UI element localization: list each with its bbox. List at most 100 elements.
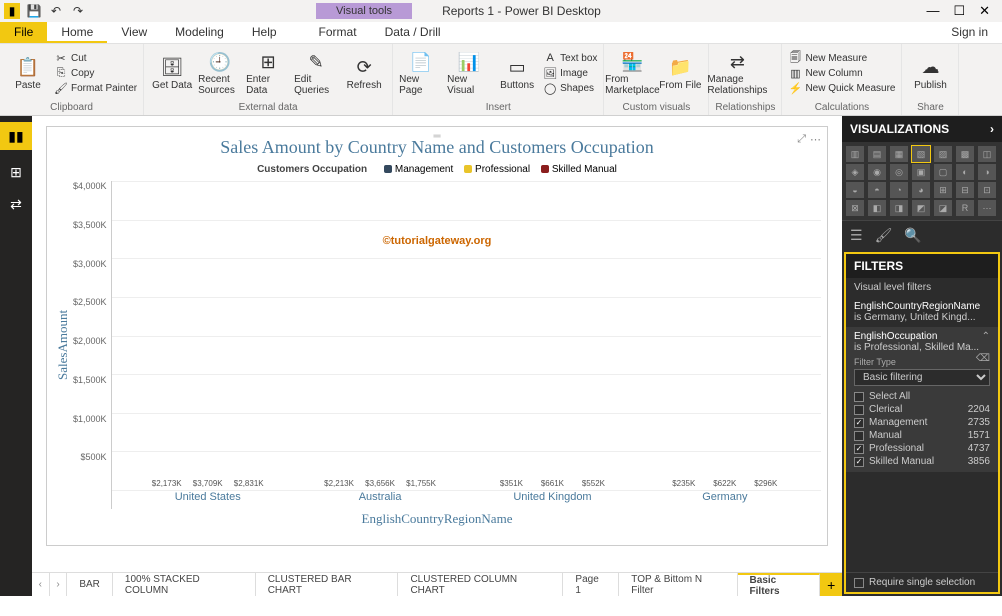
- checkbox-icon[interactable]: [854, 431, 864, 441]
- home-tab[interactable]: Home: [47, 22, 107, 43]
- viz-type-4[interactable]: ▨: [934, 146, 952, 162]
- viz-type-11[interactable]: ▢: [934, 164, 952, 180]
- filter-option[interactable]: Skilled Manual3856: [854, 455, 990, 468]
- viz-type-18[interactable]: ⊞: [934, 182, 952, 198]
- chart-visual[interactable]: ═ ⤢ ⋯ Sales Amount by Country Name and C…: [46, 126, 828, 546]
- filter-option[interactable]: Manual1571: [854, 429, 990, 442]
- new-page-button[interactable]: 📄New Page: [399, 50, 443, 96]
- edit-queries-button[interactable]: ✎Edit Queries: [294, 50, 338, 96]
- viz-type-25[interactable]: ◪: [934, 200, 952, 216]
- from-marketplace-button[interactable]: 🏪From Marketplace: [610, 50, 654, 96]
- publish-button[interactable]: ☁Publish: [908, 56, 952, 91]
- viz-type-12[interactable]: ◐: [956, 164, 974, 180]
- image-button[interactable]: 🖼Image: [543, 66, 597, 80]
- viz-type-22[interactable]: ◧: [868, 200, 886, 216]
- checkbox-icon[interactable]: [854, 444, 864, 454]
- viz-type-14[interactable]: ◒: [846, 182, 864, 198]
- checkbox-icon[interactable]: [854, 405, 864, 415]
- report-view-icon[interactable]: ▮▮: [0, 122, 32, 150]
- viz-type-2[interactable]: ▦: [890, 146, 908, 162]
- checkbox-icon[interactable]: [854, 392, 864, 402]
- more-options-icon[interactable]: ⋯: [810, 133, 821, 146]
- buttons-button[interactable]: ▭Buttons: [495, 56, 539, 91]
- page-tab[interactable]: CLUSTERED COLUMN CHART: [398, 573, 563, 596]
- close-button[interactable]: ✕: [979, 3, 990, 19]
- view-tab[interactable]: View: [107, 22, 161, 43]
- viz-type-17[interactable]: ◕: [912, 182, 930, 198]
- textbox-button[interactable]: AText box: [543, 51, 597, 65]
- model-view-icon[interactable]: ⇄: [6, 194, 26, 214]
- visualizations-header[interactable]: VISUALIZATIONS›: [842, 116, 1002, 142]
- new-measure-button[interactable]: 🗐New Measure: [788, 51, 895, 65]
- chevron-up-icon[interactable]: ⌃: [982, 331, 990, 342]
- paste-button[interactable]: 📋Paste: [6, 56, 50, 91]
- viz-type-24[interactable]: ◩: [912, 200, 930, 216]
- viz-type-1[interactable]: ▤: [868, 146, 886, 162]
- new-quick-measure-button[interactable]: ⚡New Quick Measure: [788, 81, 895, 95]
- viz-type-7[interactable]: ◈: [846, 164, 864, 180]
- require-single-selection[interactable]: Require single selection: [846, 572, 998, 592]
- viz-type-6[interactable]: ◫: [978, 146, 996, 162]
- page-tab[interactable]: BAR: [67, 573, 113, 596]
- page-tab[interactable]: Page 1: [563, 573, 619, 596]
- page-nav-right[interactable]: ›: [50, 573, 68, 596]
- viz-type-13[interactable]: ◑: [978, 164, 996, 180]
- viz-type-23[interactable]: ◨: [890, 200, 908, 216]
- viz-type-8[interactable]: ◉: [868, 164, 886, 180]
- refresh-button[interactable]: ⟳Refresh: [342, 56, 386, 91]
- modeling-tab[interactable]: Modeling: [161, 22, 238, 43]
- help-tab[interactable]: Help: [238, 22, 291, 43]
- filter-option[interactable]: Select All: [854, 390, 990, 403]
- redo-icon[interactable]: ↷: [70, 3, 86, 19]
- save-icon[interactable]: 💾: [26, 3, 42, 19]
- manage-relationships-button[interactable]: ⇄Manage Relationships: [715, 50, 759, 96]
- viz-type-10[interactable]: ▣: [912, 164, 930, 180]
- viz-type-27[interactable]: ⋯: [978, 200, 996, 216]
- clear-filter-icon[interactable]: ⌫: [976, 353, 990, 364]
- filter-type-select[interactable]: Basic filtering: [854, 369, 990, 386]
- maximize-button[interactable]: ☐: [953, 3, 965, 19]
- minimize-button[interactable]: —: [926, 3, 939, 19]
- viz-type-9[interactable]: ◎: [890, 164, 908, 180]
- drill-handle-icon[interactable]: ═: [433, 131, 440, 142]
- format-icon[interactable]: 🖌: [875, 227, 893, 244]
- page-tab[interactable]: TOP & Bittom N Filter: [619, 573, 737, 596]
- data-view-icon[interactable]: ⊞: [6, 162, 26, 182]
- new-visual-button[interactable]: 📊New Visual: [447, 50, 491, 96]
- viz-type-26[interactable]: R: [956, 200, 974, 216]
- fields-icon[interactable]: ☰: [850, 227, 863, 244]
- viz-type-19[interactable]: ⊟: [956, 182, 974, 198]
- copy-button[interactable]: ⎘Copy: [54, 66, 137, 80]
- filter-country[interactable]: EnglishCountryRegionName is Germany, Uni…: [846, 297, 998, 327]
- datadrill-tab[interactable]: Data / Drill: [371, 22, 455, 43]
- viz-type-21[interactable]: ⊠: [846, 200, 864, 216]
- page-nav-left[interactable]: ‹: [32, 573, 50, 596]
- shapes-button[interactable]: ◯Shapes: [543, 81, 597, 95]
- signin-link[interactable]: Sign in: [937, 22, 1002, 43]
- from-file-button[interactable]: 📁From File: [658, 56, 702, 91]
- recent-sources-button[interactable]: 🕘Recent Sources: [198, 50, 242, 96]
- checkbox-icon[interactable]: [854, 457, 864, 467]
- new-column-button[interactable]: ▥New Column: [788, 66, 895, 80]
- filter-occupation[interactable]: EnglishOccupation ⌃ is Professional, Ski…: [846, 327, 998, 472]
- filter-option[interactable]: Management2735: [854, 416, 990, 429]
- viz-type-15[interactable]: ◓: [868, 182, 886, 198]
- get-data-button[interactable]: 🗄Get Data: [150, 56, 194, 91]
- format-painter-button[interactable]: 🖌Format Painter: [54, 81, 137, 95]
- format-tab[interactable]: Format: [305, 22, 371, 43]
- focus-mode-icon[interactable]: ⤢: [797, 133, 806, 146]
- enter-data-button[interactable]: ⊞Enter Data: [246, 50, 290, 96]
- cut-button[interactable]: ✂Cut: [54, 51, 137, 65]
- filter-option[interactable]: Professional4737: [854, 442, 990, 455]
- viz-type-5[interactable]: ▩: [956, 146, 974, 162]
- filter-option[interactable]: Clerical2204: [854, 403, 990, 416]
- undo-icon[interactable]: ↶: [48, 3, 64, 19]
- checkbox-icon[interactable]: [854, 418, 864, 428]
- add-page-button[interactable]: +: [820, 573, 842, 596]
- viz-type-3[interactable]: ▧: [912, 146, 930, 162]
- viz-type-20[interactable]: ⊡: [978, 182, 996, 198]
- analytics-icon[interactable]: 🔍: [904, 227, 921, 244]
- page-tab[interactable]: 100% STACKED COLUMN: [113, 573, 256, 596]
- page-tab[interactable]: CLUSTERED BAR CHART: [256, 573, 399, 596]
- viz-type-16[interactable]: ◔: [890, 182, 908, 198]
